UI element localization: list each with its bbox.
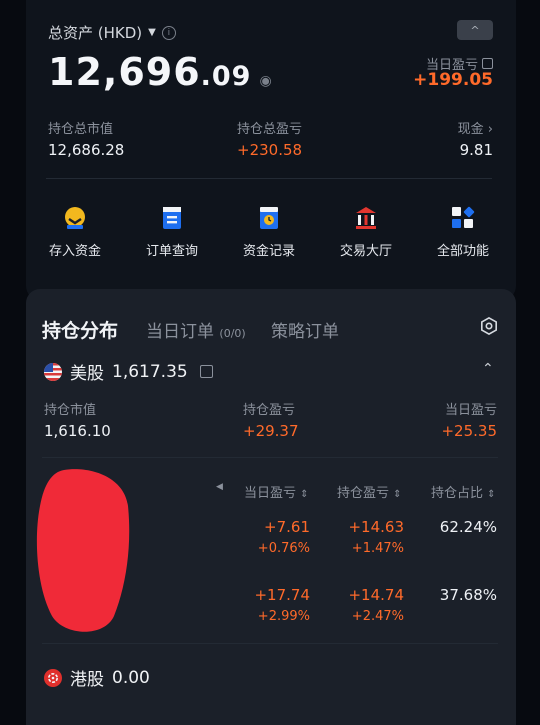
row-hold-pl: +14.63	[348, 518, 404, 536]
us-today-pl-value: +25.35	[441, 422, 497, 440]
tab-today-orders-count: (0/0)	[219, 327, 246, 340]
action-order-query[interactable]: 订单查询	[137, 206, 207, 259]
info-icon[interactable]: i	[161, 25, 176, 40]
chevron-down-icon[interactable]: ▼	[148, 27, 156, 38]
total-dec: .09	[200, 61, 252, 92]
divider	[46, 178, 492, 179]
chevron-right-icon[interactable]: ›	[488, 122, 493, 137]
action-deposit[interactable]: 存入资金	[40, 206, 110, 259]
tab-today-orders[interactable]: 当日订单 (0/0)	[146, 317, 246, 342]
sort-icon[interactable]: ⇕	[300, 489, 308, 500]
us-market-name: 美股	[70, 364, 104, 384]
stat-market-value-label: 持仓总市值	[48, 122, 114, 137]
us-hold-pl-label: 持仓盈亏	[243, 403, 296, 418]
action-funds-record[interactable]: 资金记录	[234, 206, 304, 259]
asset-title[interactable]: 总资产 (HKD) ▼ i	[48, 22, 176, 43]
action-trading-hall[interactable]: 交易大厅	[331, 206, 401, 259]
action-funds-record-label: 资金记录	[242, 244, 295, 259]
us-today-pl-label: 当日盈亏	[444, 403, 497, 418]
action-order-query-label: 订单查询	[145, 244, 198, 259]
row-today-pct: +0.76%	[257, 541, 310, 556]
action-all-functions[interactable]: 全部功能	[428, 206, 498, 259]
table-row[interactable]: +17.74 +2.99% +14.74 +2.47% 37.68%	[26, 580, 516, 640]
row-ratio: 62.24%	[439, 518, 497, 536]
trading-hall-icon	[356, 207, 376, 229]
col-hold-ratio-label: 持仓占比	[431, 486, 484, 501]
hk-market-header[interactable]: 港股 0.00	[44, 665, 150, 690]
holdings-panel: 持仓分布 当日订单 (0/0) 策略订单 美股 1,617.35 ⌃ 持仓市值 …	[26, 289, 516, 725]
cash-label[interactable]: 现金 ›	[458, 118, 493, 137]
external-link-icon[interactable]	[482, 58, 493, 69]
row-today-pct: +2.99%	[257, 609, 310, 624]
chevron-up-icon[interactable]: ⌃	[482, 361, 494, 377]
col-hold-ratio[interactable]: 持仓占比 ⇕	[431, 482, 496, 501]
hk-flag-icon	[44, 668, 62, 687]
divider	[42, 643, 498, 644]
external-link-icon[interactable]	[199, 365, 213, 378]
collapse-button[interactable]: ^	[457, 20, 493, 40]
col-today-pl-label: 当日盈亏	[244, 486, 297, 501]
order-query-icon	[163, 207, 181, 229]
cash-value: 9.81	[459, 141, 493, 159]
us-flag-icon	[44, 362, 62, 381]
col-hold-pl-label: 持仓盈亏	[337, 486, 390, 501]
action-deposit-label: 存入资金	[48, 244, 101, 259]
row-today-pl: +17.74	[254, 586, 310, 604]
divider	[42, 457, 498, 458]
row-hold-pct: +2.47%	[351, 609, 404, 624]
col-today-pl[interactable]: 当日盈亏 ⇕	[244, 482, 309, 501]
stat-total-pl-label: 持仓总盈亏	[237, 122, 303, 137]
stat-market-value: 12,686.28	[48, 141, 125, 159]
col-hold-pl[interactable]: 持仓盈亏 ⇕	[337, 482, 402, 501]
row-today-pl: +7.61	[264, 518, 310, 536]
table-row[interactable]: +7.61 +0.76% +14.63 +1.47% 62.24%	[26, 510, 516, 570]
row-ratio: 37.68%	[439, 586, 497, 604]
action-all-functions-label: 全部功能	[436, 244, 489, 259]
us-market-value: 1,617.35	[112, 361, 188, 382]
settings-icon[interactable]	[480, 317, 498, 335]
tab-today-orders-label: 当日订单	[146, 322, 214, 342]
scroll-left-icon[interactable]: ◀	[216, 482, 223, 492]
tab-strategy-orders[interactable]: 策略订单	[271, 317, 339, 342]
sort-icon[interactable]: ⇕	[393, 489, 401, 500]
us-market-value-label: 持仓市值	[44, 403, 97, 418]
all-functions-icon	[452, 206, 475, 228]
hk-market-name: 港股	[70, 670, 104, 690]
us-hold-pl-value: +29.37	[243, 422, 299, 440]
asset-title-label: 总资产 (HKD)	[48, 24, 143, 42]
us-market-value-amount: 1,616.10	[44, 422, 111, 440]
hk-market-value: 0.00	[112, 667, 150, 688]
tab-positions[interactable]: 持仓分布	[42, 316, 118, 343]
funds-record-icon	[260, 207, 278, 229]
deposit-icon	[65, 207, 85, 229]
asset-summary-card: 总资产 (HKD) ▼ i ^ 12,696.09 ◉ 当日盈亏 +199.05…	[26, 0, 516, 300]
sort-icon[interactable]: ⇕	[487, 489, 495, 500]
stat-total-pl-value: +230.58	[237, 141, 303, 159]
eye-icon[interactable]: ◉	[259, 73, 272, 89]
us-market-header[interactable]: 美股 1,617.35	[44, 359, 213, 384]
row-hold-pl: +14.74	[348, 586, 404, 604]
row-hold-pct: +1.47%	[351, 541, 404, 556]
total-asset-value: 12,696.09 ◉	[48, 50, 273, 94]
action-trading-hall-label: 交易大厅	[339, 244, 392, 259]
today-pl-value: +199.05	[413, 70, 493, 90]
total-int: 12,696	[48, 50, 201, 94]
cash-label-text: 现金	[457, 122, 484, 137]
